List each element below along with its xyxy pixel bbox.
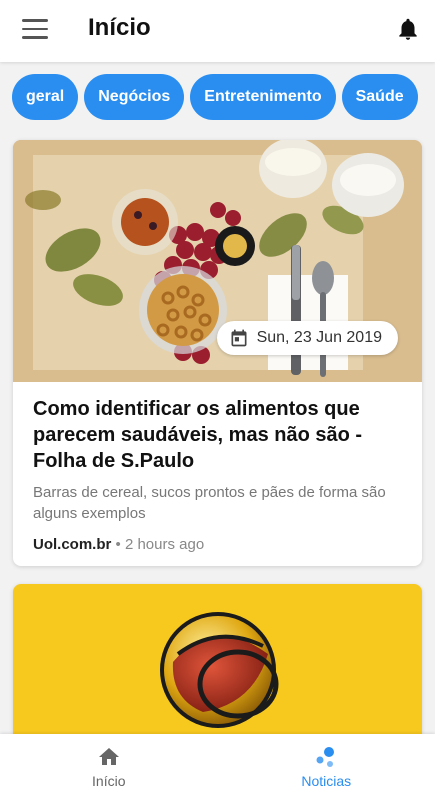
article-source: Uol.com.br <box>33 536 112 553</box>
article-image: Sun, 23 Jun 2019 <box>13 140 422 382</box>
nav-label-noticias: Noticias <box>301 773 352 789</box>
category-chips: geral Negócios Entretenimento Saúde <box>12 74 435 120</box>
date-badge: Sun, 23 Jun 2019 <box>216 321 398 355</box>
article-headline[interactable]: Como identificar os alimentos que parece… <box>33 396 402 474</box>
nav-label-inicio: Início <box>92 773 126 789</box>
article-body: Como identificar os alimentos que parece… <box>13 382 422 553</box>
bottom-navigation: Início Noticias <box>0 734 435 800</box>
chip-entretenimento[interactable]: Entretenimento <box>190 74 336 120</box>
app-bar: Início <box>0 0 435 62</box>
home-icon <box>98 748 119 765</box>
article-date: Sun, 23 Jun 2019 <box>256 329 382 346</box>
article-summary: Barras de cereal, sucos prontos e pães d… <box>33 484 386 522</box>
nav-item-noticias[interactable]: Noticias <box>218 734 435 800</box>
news-dots-icon <box>316 747 335 767</box>
nav-item-inicio[interactable]: Início <box>0 734 218 800</box>
meta-separator: • <box>115 536 121 553</box>
calendar-icon <box>231 329 247 347</box>
page-title: Início <box>88 14 151 41</box>
article-meta: Uol.com.br • 2 hours ago <box>33 536 402 553</box>
chip-negocios[interactable]: Negócios <box>84 74 185 120</box>
article-card[interactable]: Sun, 23 Jun 2019 Como identificar os ali… <box>13 140 422 566</box>
article-time: 2 hours ago <box>124 536 205 553</box>
chip-geral[interactable]: geral <box>12 74 79 120</box>
chip-saude[interactable]: Saúde <box>341 74 418 120</box>
bell-icon[interactable] <box>395 15 421 43</box>
hamburger-menu-icon[interactable] <box>22 19 48 41</box>
